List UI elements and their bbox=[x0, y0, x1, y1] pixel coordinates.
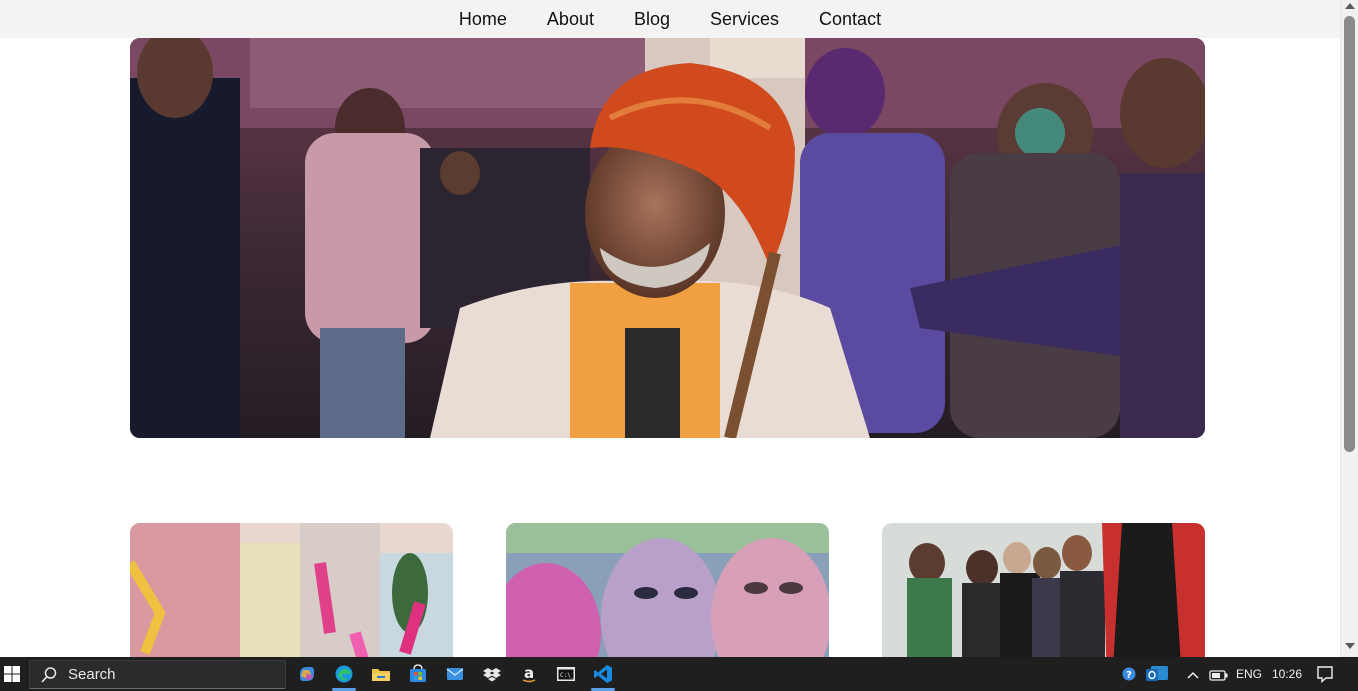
microsoft-store-icon[interactable] bbox=[408, 664, 428, 684]
file-explorer-icon[interactable] bbox=[371, 664, 391, 684]
help-icon[interactable]: ? bbox=[1121, 666, 1137, 682]
svg-text:?: ? bbox=[1126, 670, 1132, 681]
amazon-icon[interactable]: a bbox=[519, 664, 539, 684]
card-image-2 bbox=[506, 523, 829, 657]
clock[interactable]: 10:26 bbox=[1272, 657, 1302, 691]
svg-text:a: a bbox=[524, 664, 534, 682]
card-image-3 bbox=[882, 523, 1205, 657]
card-image-1 bbox=[130, 523, 453, 657]
nav-about-link[interactable]: About bbox=[547, 2, 594, 36]
copilot-icon[interactable] bbox=[297, 664, 317, 684]
battery-icon[interactable] bbox=[1209, 668, 1229, 681]
top-nav: Home About Blog Services Contact bbox=[0, 0, 1340, 38]
nav-contact-link[interactable]: Contact bbox=[819, 2, 881, 36]
search-label: Search bbox=[68, 666, 116, 683]
scroll-down-arrow-icon[interactable] bbox=[1345, 643, 1355, 649]
browser-viewport: Home About Blog Services Contact bbox=[0, 0, 1340, 657]
scrollbar-thumb[interactable] bbox=[1344, 16, 1355, 452]
dropbox-icon[interactable] bbox=[482, 664, 502, 684]
search-icon bbox=[41, 666, 57, 683]
scroll-up-arrow-icon[interactable] bbox=[1345, 3, 1355, 9]
notification-center-icon[interactable] bbox=[1316, 665, 1334, 684]
vertical-scrollbar[interactable] bbox=[1340, 0, 1358, 657]
language-indicator[interactable]: ENG bbox=[1236, 657, 1262, 691]
edge-browser-icon[interactable] bbox=[334, 664, 354, 684]
nav-services-link[interactable]: Services bbox=[710, 2, 779, 36]
svg-text:C:\_: C:\_ bbox=[560, 672, 575, 679]
nav-home-link[interactable]: Home bbox=[459, 2, 507, 36]
vscode-icon[interactable] bbox=[593, 664, 613, 684]
hero-image bbox=[130, 38, 1205, 438]
mail-icon[interactable] bbox=[445, 664, 465, 684]
windows-taskbar: Search a C:\_ ? ENG 10:26 bbox=[0, 657, 1358, 691]
nav-blog-link[interactable]: Blog bbox=[634, 2, 670, 36]
chevron-up-icon[interactable] bbox=[1186, 668, 1200, 680]
terminal-icon[interactable]: C:\_ bbox=[556, 664, 576, 684]
outlook-notification-icon[interactable] bbox=[1145, 663, 1169, 685]
windows-start-icon[interactable] bbox=[0, 662, 24, 686]
taskbar-search-box[interactable]: Search bbox=[29, 660, 286, 689]
